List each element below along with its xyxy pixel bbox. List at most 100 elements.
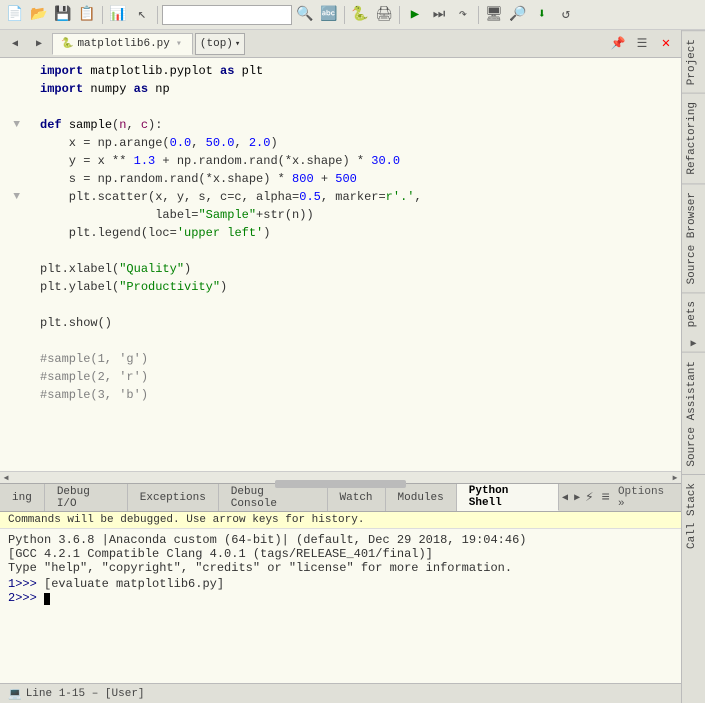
main-layout: ◀ ▶ 🐍 matplotlib6.py ▾ (top) ▾ 📌 ☰ ✕ bbox=[0, 30, 705, 703]
console-prompt-2: 2>>> bbox=[8, 591, 673, 605]
tab-python-shell-label: Python Shell bbox=[469, 485, 546, 509]
tabs-nav-next[interactable]: ▶ bbox=[571, 492, 583, 504]
code-content-12: plt.xlabel("Quality") bbox=[40, 260, 677, 278]
code-content-8: plt.scatter(x, y, s, c=c, alpha=0.5, mar… bbox=[40, 188, 677, 206]
bottom-panel: ing Debug I/O Exceptions Debug Console W… bbox=[0, 483, 681, 683]
tab-watch[interactable]: Watch bbox=[328, 484, 386, 511]
console-type-info: Type "help", "copyright", "credits" or "… bbox=[8, 561, 673, 575]
sidebar-tab-source-assistant[interactable]: Source Assistant bbox=[682, 352, 705, 475]
sidebar-tab-project[interactable]: Project bbox=[682, 30, 705, 93]
sidebar-tab-refactoring-label: Refactoring bbox=[686, 102, 698, 175]
prompt-2-cursor bbox=[44, 591, 50, 605]
tab-debug-io[interactable]: Debug I/O bbox=[45, 484, 128, 511]
code-line-19: #sample(3, 'b') bbox=[0, 386, 681, 404]
sidebar-expand-btn[interactable]: ▶ bbox=[682, 336, 705, 352]
sidebar-tab-call-stack[interactable]: Call Stack bbox=[682, 474, 705, 557]
code-content-18: #sample(2, 'r') bbox=[40, 368, 677, 386]
tab-python-shell[interactable]: Python Shell bbox=[457, 484, 559, 511]
code-content-7: s = np.random.rand(*x.shape) * 800 + 500 bbox=[40, 170, 677, 188]
code-line-17: #sample(1, 'g') bbox=[0, 350, 681, 368]
prompt-1-cmd: [evaluate matplotlib6.py] bbox=[44, 577, 224, 591]
console-area[interactable]: Python 3.6.8 |Anaconda custom (64-bit)| … bbox=[0, 529, 681, 683]
chart-icon[interactable]: 📊 bbox=[107, 4, 129, 26]
save-as-icon[interactable]: 📋 bbox=[76, 4, 98, 26]
console-gcc-info: [GCC 4.2.1 Compatible Clang 4.0.1 (tags/… bbox=[8, 547, 673, 561]
left-panel: ◀ ▶ 🐍 matplotlib6.py ▾ (top) ▾ 📌 ☰ ✕ bbox=[0, 30, 681, 703]
code-editor[interactable]: import matplotlib.pyplot as plt import n… bbox=[0, 58, 681, 471]
scope-label: (top) bbox=[200, 38, 233, 50]
scroll-right-btn[interactable]: ▶ bbox=[669, 472, 681, 484]
open-icon[interactable]: 📂 bbox=[28, 4, 50, 26]
sidebar-tab-pets-label: pets bbox=[686, 301, 698, 327]
bottom-tabs: ing Debug I/O Exceptions Debug Console W… bbox=[0, 484, 681, 512]
tab-exceptions-label: Exceptions bbox=[140, 492, 206, 504]
tab-modules[interactable]: Modules bbox=[386, 484, 457, 511]
sidebar-tab-refactoring[interactable]: Refactoring bbox=[682, 93, 705, 183]
step-into-icon[interactable]: ↷ bbox=[452, 4, 474, 26]
scroll-left-btn[interactable]: ◀ bbox=[0, 472, 12, 484]
file-tab-matplotlib[interactable]: 🐍 matplotlib6.py ▾ bbox=[52, 33, 193, 55]
options-btn[interactable]: Options » bbox=[616, 484, 677, 512]
new-file-icon[interactable]: 📄 bbox=[4, 4, 26, 26]
python-icon[interactable]: 🐍 bbox=[349, 4, 371, 26]
run-icon[interactable]: ▶ bbox=[404, 4, 426, 26]
line-num-8: ▼ bbox=[4, 188, 24, 206]
debug-icon[interactable]: ⚡ bbox=[583, 487, 595, 508]
dropdown-arrow[interactable]: ▾ bbox=[176, 38, 182, 50]
code-line-3 bbox=[0, 98, 681, 116]
console-python-version: Python 3.6.8 |Anaconda custom (64-bit)| … bbox=[8, 533, 673, 547]
code-line-9: label="Sample"+str(n)) bbox=[0, 206, 681, 224]
code-line-7: s = np.random.rand(*x.shape) * 800 + 500 bbox=[0, 170, 681, 188]
python-file-icon: 🐍 bbox=[61, 38, 73, 50]
tabs-nav-prev[interactable]: ◀ bbox=[559, 492, 571, 504]
prompt-2-label: 2>>> bbox=[8, 591, 37, 605]
code-content-13: plt.ylabel("Productivity") bbox=[40, 278, 677, 296]
line-num-4: ▼ bbox=[4, 116, 24, 134]
tab-debug-console-label: Debug Console bbox=[231, 486, 315, 510]
search2-icon[interactable]: 🔎 bbox=[507, 4, 529, 26]
editor-spacer bbox=[0, 404, 681, 467]
code-content-2: import numpy as np bbox=[40, 80, 677, 98]
find-replace-icon[interactable]: 🔤 bbox=[318, 4, 340, 26]
status-bar: 💻 Line 1-15 – [User] bbox=[0, 683, 681, 703]
pin-icon[interactable]: 📌 bbox=[607, 33, 629, 55]
sidebar-tab-pets[interactable]: pets bbox=[682, 292, 705, 335]
monitor-icon[interactable]: 🖥 bbox=[483, 4, 505, 26]
code-content-1: import matplotlib.pyplot as plt bbox=[40, 62, 677, 80]
tab-exceptions[interactable]: Exceptions bbox=[128, 484, 219, 511]
cursor-icon[interactable]: ↖ bbox=[131, 4, 153, 26]
code-line-8: ▼ plt.scatter(x, y, s, c=c, alpha=0.5, m… bbox=[0, 188, 681, 206]
save-icon[interactable]: 💾 bbox=[52, 4, 74, 26]
find-icon[interactable]: 🔍 bbox=[294, 4, 316, 26]
scope-dropdown[interactable]: (top) ▾ bbox=[195, 33, 245, 55]
step-over-icon[interactable]: ⏭ bbox=[428, 4, 450, 26]
code-content-5: x = np.arange(0.0, 50.0, 2.0) bbox=[40, 134, 677, 152]
sidebar-tab-source-browser[interactable]: Source Browser bbox=[682, 183, 705, 292]
print-icon[interactable]: 🖨 bbox=[373, 4, 395, 26]
code-line-14 bbox=[0, 296, 681, 314]
search-input[interactable] bbox=[162, 5, 292, 25]
tab-debug-console[interactable]: Debug Console bbox=[219, 484, 328, 511]
prompt-1-label: 1>>> bbox=[8, 577, 37, 591]
status-text: Line 1-15 – [User] bbox=[26, 688, 145, 700]
sep5 bbox=[478, 6, 479, 24]
code-content-10: plt.legend(loc='upper left') bbox=[40, 224, 677, 242]
back-icon[interactable]: ◀ bbox=[4, 33, 26, 55]
code-content-17: #sample(1, 'g') bbox=[40, 350, 677, 368]
code-line-2: import numpy as np bbox=[0, 80, 681, 98]
sidebar-tab-call-stack-label: Call Stack bbox=[686, 483, 698, 549]
code-line-12: plt.xlabel("Quality") bbox=[0, 260, 681, 278]
code-line-1: import matplotlib.pyplot as plt bbox=[0, 62, 681, 80]
format-icon[interactable]: ≡ bbox=[600, 488, 612, 508]
tab-ing[interactable]: ing bbox=[0, 484, 45, 511]
refresh-icon[interactable]: ↺ bbox=[555, 4, 577, 26]
sidebar-tab-project-label: Project bbox=[686, 39, 698, 85]
forward-icon[interactable]: ▶ bbox=[28, 33, 50, 55]
close-editor-icon[interactable]: ✕ bbox=[655, 33, 677, 55]
sep1 bbox=[102, 6, 103, 24]
sidebar-tab-source-assistant-label: Source Assistant bbox=[686, 361, 698, 467]
download-icon[interactable]: ⬇ bbox=[531, 4, 553, 26]
h-scroll-thumb[interactable] bbox=[275, 480, 406, 488]
h-scrollbar[interactable]: ◀ ▶ bbox=[0, 471, 681, 483]
menu-icon[interactable]: ☰ bbox=[631, 33, 653, 55]
